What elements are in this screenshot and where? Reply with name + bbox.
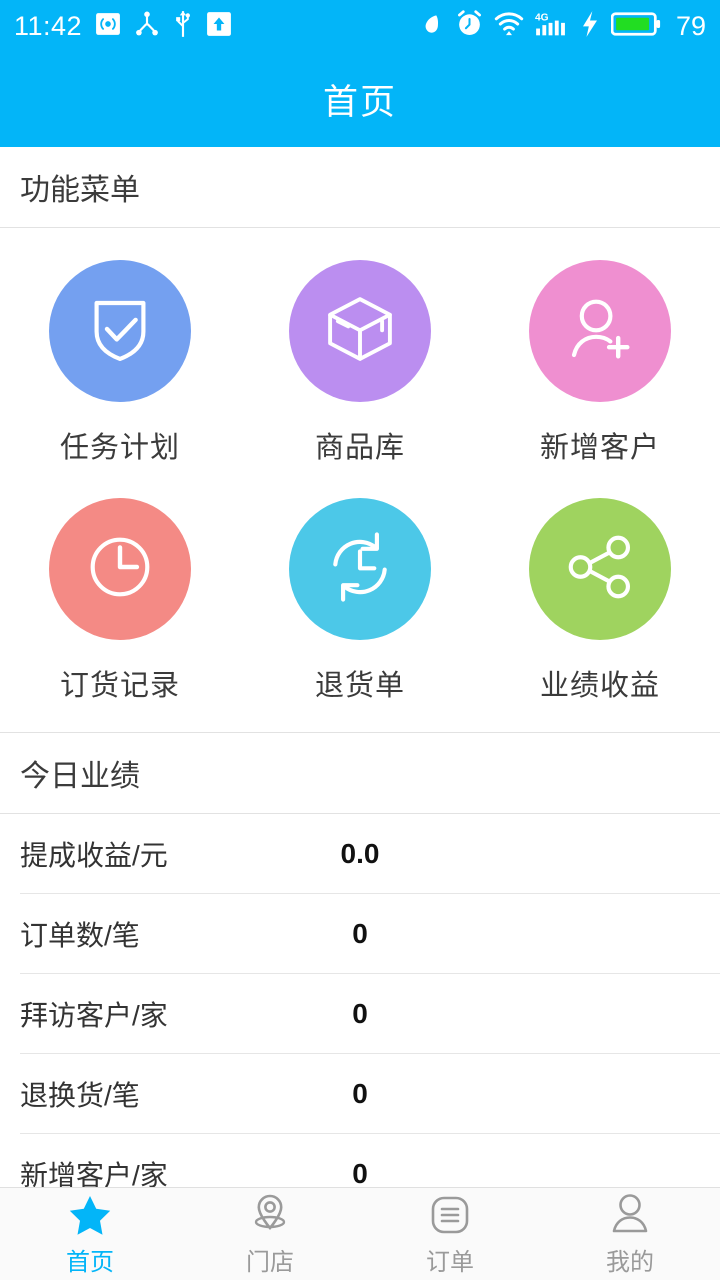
stat-label: 提成收益/元 [20,839,168,871]
stat-label: 退换货/笔 [20,1079,140,1111]
menu-item-product-library[interactable]: 商品库 [240,246,480,484]
tab-orders[interactable]: 订单 [360,1188,540,1280]
menu-icon-circle [529,498,671,640]
wifi-icon [494,10,524,43]
clock-icon [81,528,159,611]
usb-icon [173,9,193,44]
menu-item-label: 订货记录 [59,670,180,702]
menu-item-task-plan[interactable]: 任务计划 [0,246,240,484]
menu-section-title: 功能菜单 [0,147,720,227]
menu-icon-circle [49,498,191,640]
shield-check-icon [81,290,159,373]
share-nodes-icon [561,528,639,611]
menu-icon-circle [289,498,431,640]
app-root: 11:42 4G 79 首页 功能菜单 任务计划 商品库 新增客户 订货记录 退… [0,0,720,1280]
stat-row[interactable]: 拜访客户/家 0 [0,974,720,1053]
menu-icon-circle [289,260,431,402]
stat-row[interactable]: 退换货/笔 0 [0,1054,720,1133]
status-bar-right: 4G 79 [421,10,706,43]
battery-icon [610,11,661,42]
status-bar: 11:42 4G 79 [0,0,720,52]
user-plus-icon [561,290,639,373]
menu-icon-circle [529,260,671,402]
menu-item-label: 退货单 [314,670,405,702]
tab-label: 首页 [66,1248,114,1276]
stat-row[interactable]: 订单数/笔 0 [0,894,720,973]
signal-4g-icon: 4G [535,10,569,43]
list-icon [429,1192,471,1236]
tab-home[interactable]: 首页 [0,1188,180,1280]
charging-bolt-icon [580,10,600,43]
menu-section-title-text: 功能菜单 [20,174,140,207]
menu-item-label: 新增客户 [539,432,660,464]
menu-row-2: 订货记录 退货单 业绩收益 [0,484,720,722]
person-icon [609,1192,651,1236]
performance-section-title-text: 今日业绩 [20,760,140,793]
location-pin-icon [248,1192,292,1236]
status-bar-left: 11:42 [14,9,232,44]
menu-item-label: 业绩收益 [539,670,660,702]
alarm-clock-icon [456,10,483,42]
menu-item-return-order[interactable]: 退货单 [240,484,480,722]
upload-arrow-icon [206,11,232,42]
page-title: 首页 [322,83,397,122]
menu-row-1: 任务计划 商品库 新增客户 [0,246,720,484]
tab-label: 门店 [246,1248,294,1276]
signal-4g-label: 4G [535,12,549,23]
menu-item-add-customer[interactable]: 新增客户 [480,246,720,484]
tab-label: 订单 [426,1248,474,1276]
function-menu-grid: 任务计划 商品库 新增客户 订货记录 退货单 业绩收益 [0,228,720,732]
hotspot-icon [95,11,121,42]
menu-item-label: 任务计划 [59,432,180,464]
refresh-clock-icon [321,528,399,611]
bottom-tab-bar: 首页 门店 订单 我的 [0,1187,720,1280]
menu-item-order-records[interactable]: 订货记录 [0,484,240,722]
performance-section-title: 今日业绩 [0,733,720,813]
mute-icon [421,11,445,42]
menu-item-performance-earnings[interactable]: 业绩收益 [480,484,720,722]
box-3d-icon [321,290,399,373]
stat-row[interactable]: 提成收益/元 0.0 [0,814,720,893]
battery-percent: 79 [675,10,706,41]
stat-label: 拜访客户/家 [20,999,168,1031]
tab-label: 我的 [606,1248,654,1276]
star-icon [68,1192,112,1236]
tab-mine[interactable]: 我的 [540,1188,720,1280]
bluetooth-share-icon [134,10,160,43]
menu-icon-circle [49,260,191,402]
stat-label: 订单数/笔 [20,919,140,951]
app-header: 首页 [0,52,720,147]
performance-list: 提成收益/元 0.0 订单数/笔 0 拜访客户/家 0 退换货/笔 0 新增客户… [0,814,720,1213]
tab-store[interactable]: 门店 [180,1188,360,1280]
menu-item-label: 商品库 [314,432,405,464]
status-time: 11:42 [14,10,83,41]
